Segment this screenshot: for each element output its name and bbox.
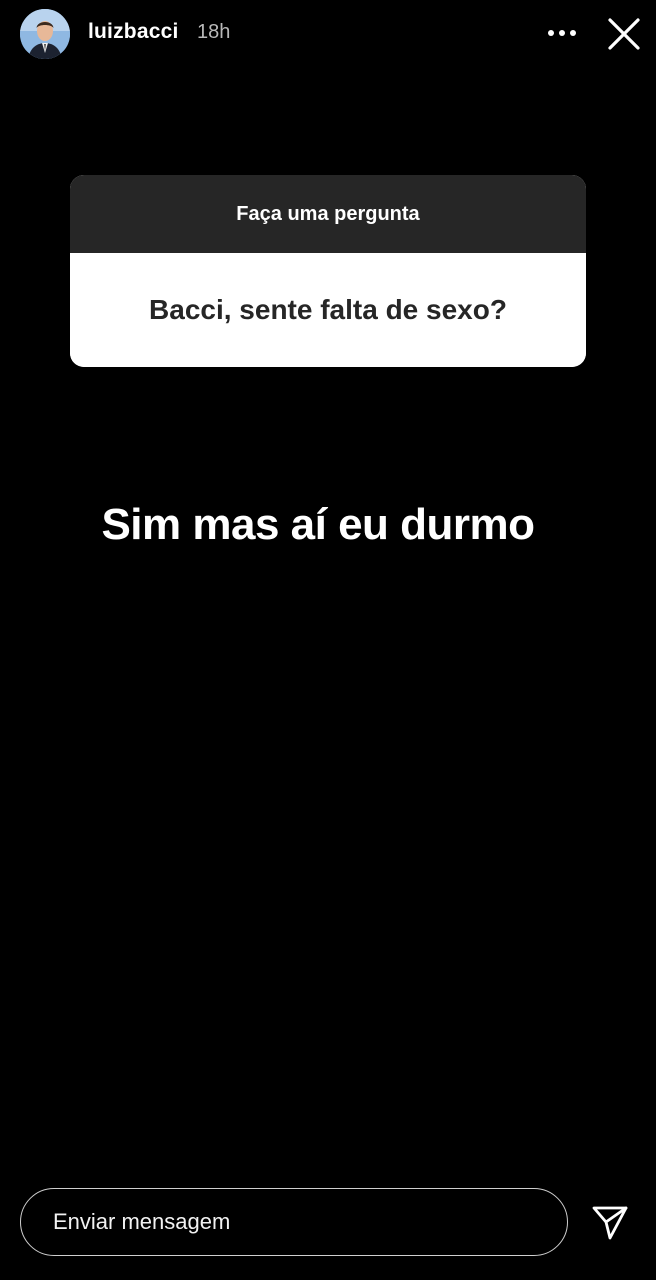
avatar-image (20, 9, 70, 59)
question-prompt: Faça uma pergunta (70, 175, 586, 253)
username[interactable]: luizbacci (88, 20, 179, 44)
send-button[interactable] (590, 1202, 630, 1242)
message-placeholder: Enviar mensagem (53, 1209, 231, 1234)
story-header: luizbacci 18h (0, 0, 656, 68)
close-button[interactable] (604, 14, 644, 54)
more-options-button[interactable] (544, 18, 580, 48)
send-icon (592, 1206, 628, 1240)
story-timestamp: 18h (197, 21, 231, 43)
message-input[interactable]: Enviar mensagem (20, 1188, 568, 1256)
close-icon (608, 18, 640, 50)
avatar[interactable] (20, 9, 70, 59)
more-horizontal-icon (548, 30, 576, 36)
question-sticker: Faça uma pergunta Bacci, sente falta de … (70, 175, 586, 367)
question-text: Bacci, sente falta de sexo? (70, 253, 586, 367)
answer-text: Sim mas aí eu durmo (101, 500, 535, 549)
